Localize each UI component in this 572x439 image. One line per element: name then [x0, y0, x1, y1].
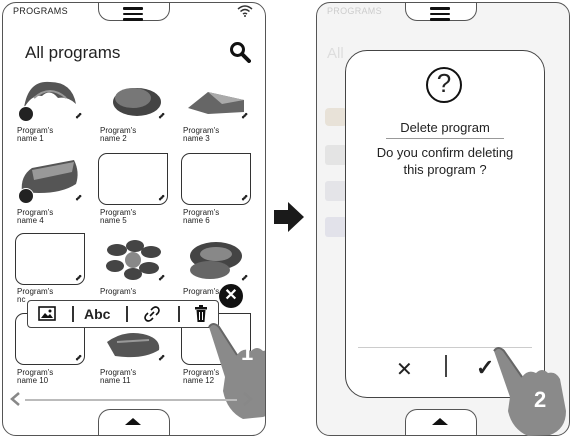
- program-name: Program's name 3: [183, 126, 220, 143]
- background-tile: [325, 108, 347, 126]
- header-label: PROGRAMS: [327, 6, 382, 16]
- scroll-indicator: [25, 399, 237, 401]
- program-name: Program's name 2: [100, 126, 137, 143]
- page-title: All programs: [25, 43, 121, 62]
- program-name: Program's name 6: [183, 208, 220, 225]
- bottom-tab[interactable]: [98, 409, 170, 435]
- program-tile[interactable]: •••: [181, 153, 251, 205]
- more-icon[interactable]: •••: [155, 110, 167, 122]
- background-tile: [325, 145, 347, 165]
- program-name: Program's name 5: [100, 208, 137, 225]
- up-triangle-icon[interactable]: [123, 416, 143, 426]
- program-name: Program's name 10: [17, 368, 54, 385]
- close-icon[interactable]: ✕: [219, 284, 243, 308]
- hamburger-icon[interactable]: [430, 7, 450, 24]
- program-name: Program's: [183, 287, 220, 296]
- cancel-button[interactable]: ✕: [396, 357, 413, 382]
- menu-notch[interactable]: [405, 3, 477, 24]
- hand-pointer-icon: [208, 323, 265, 419]
- hamburger-icon[interactable]: [123, 7, 143, 24]
- chevron-left-icon[interactable]: [9, 391, 21, 407]
- bottom-tab[interactable]: [405, 409, 477, 435]
- background-title: All: [327, 45, 344, 62]
- divider: [386, 138, 504, 139]
- program-tile[interactable]: •••: [181, 71, 251, 123]
- more-icon[interactable]: •••: [72, 352, 84, 364]
- dialog-title: Delete program: [400, 120, 490, 135]
- cooking-mode-icon: [18, 106, 34, 122]
- divider: [445, 355, 447, 377]
- step-number: 2: [534, 387, 547, 412]
- link-icon[interactable]: [143, 305, 161, 323]
- wifi-icon: [237, 5, 253, 17]
- more-icon[interactable]: •••: [155, 192, 167, 204]
- header-label: PROGRAMS: [13, 6, 68, 16]
- program-name: Program's name 1: [17, 126, 54, 143]
- program-tile[interactable]: •••: [98, 71, 168, 123]
- cooking-mode-icon: [18, 188, 34, 204]
- program-name: Program's name 4: [17, 208, 54, 225]
- bread-image: [113, 88, 161, 116]
- dialog-message-line2: this program ?: [403, 162, 487, 177]
- hand-pointer-icon: [493, 347, 566, 436]
- program-tile[interactable]: •••: [181, 233, 251, 285]
- program-tile[interactable]: •••: [98, 153, 168, 205]
- step-number: 1: [241, 340, 254, 365]
- more-icon[interactable]: •••: [238, 192, 250, 204]
- background-tile: [325, 181, 347, 201]
- chevron-right-icon[interactable]: [242, 391, 254, 407]
- rename-button[interactable]: Abc: [84, 306, 110, 322]
- program-tile[interactable]: •••: [98, 233, 168, 285]
- left-screen: PROGRAMS All programs ••• Program's name …: [2, 2, 266, 436]
- image-icon[interactable]: [38, 306, 56, 321]
- arrow-right-icon: [274, 202, 304, 232]
- program-tile[interactable]: •••: [15, 233, 85, 285]
- program-name: Program's: [100, 287, 137, 296]
- more-icon[interactable]: •••: [72, 110, 84, 122]
- program-action-toolbar: Abc: [27, 300, 219, 328]
- program-tile[interactable]: •••: [15, 71, 85, 123]
- program-tile[interactable]: •••: [15, 153, 85, 205]
- background-tile: [325, 217, 347, 237]
- menu-notch[interactable]: [98, 3, 170, 24]
- question-mark: ?: [436, 68, 452, 98]
- more-icon[interactable]: •••: [72, 272, 84, 284]
- search-icon[interactable]: [229, 41, 251, 63]
- program-name: Program's name 11: [100, 368, 137, 385]
- up-triangle-icon[interactable]: [430, 416, 450, 426]
- dialog-message-line1: Do you confirm deleting: [376, 145, 514, 160]
